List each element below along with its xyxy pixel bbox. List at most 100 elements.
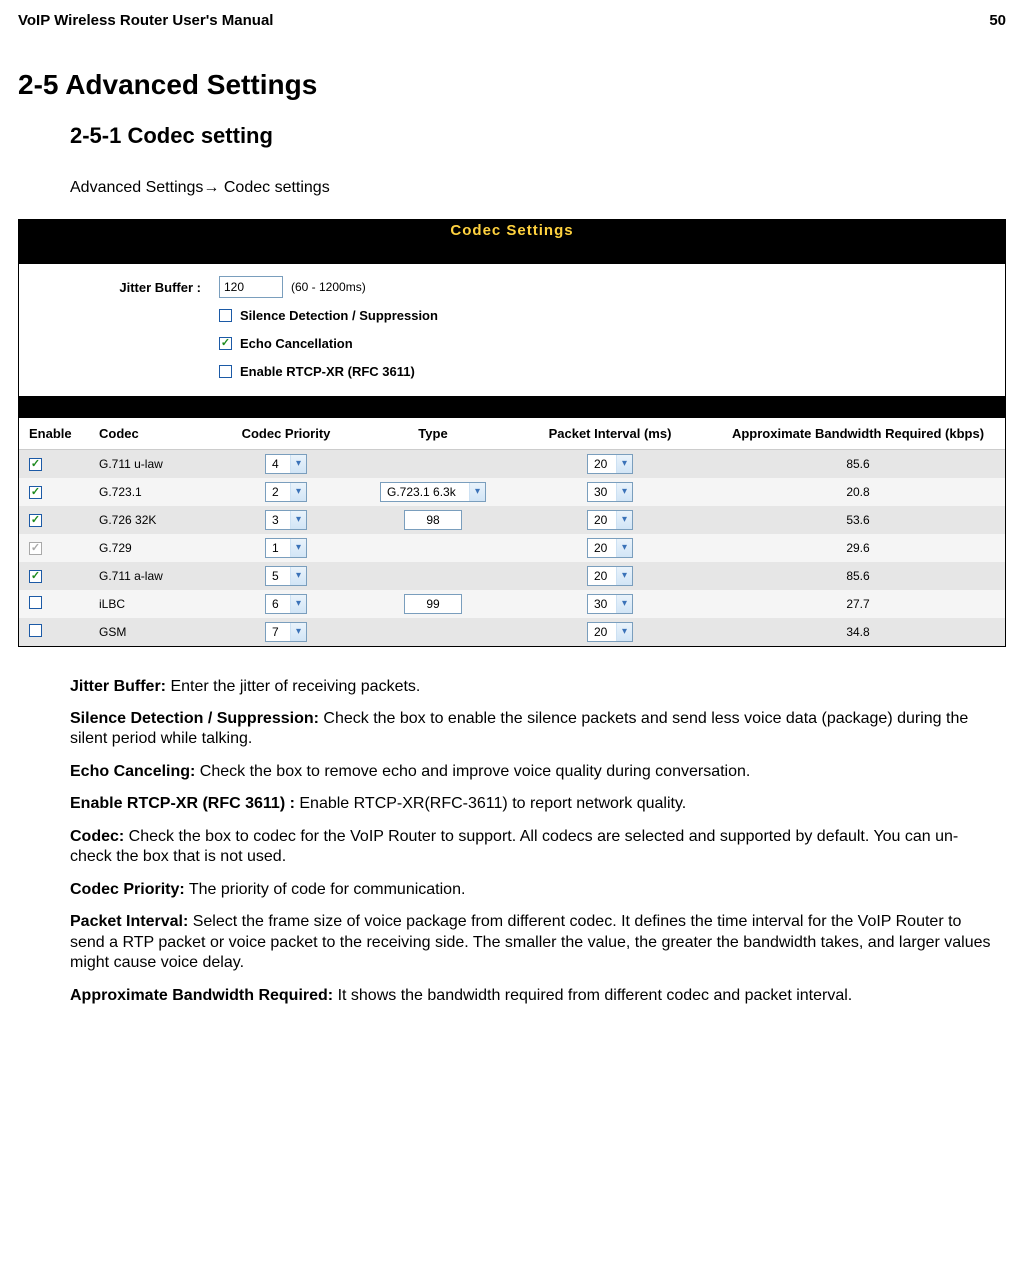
- col-bandwidth: Approximate Bandwidth Required (kbps): [711, 418, 1005, 450]
- chevron-down-icon: ▾: [469, 483, 485, 501]
- codec-settings-form: Jitter Buffer : (60 - 1200ms) Silence De…: [19, 264, 1005, 396]
- col-enable: Enable: [19, 418, 93, 450]
- codec-type-input[interactable]: [404, 510, 462, 530]
- codec-name: G.723.1: [93, 478, 215, 506]
- table-row: G.729 1▾ 20▾ 29.6: [19, 534, 1005, 562]
- desc-rtcp: Enable RTCP-XR (RFC 3611) : Enable RTCP-…: [70, 794, 996, 814]
- codec-priority-select[interactable]: 5▾: [265, 566, 307, 586]
- bandwidth-value: 27.7: [711, 590, 1005, 618]
- codec-name: G.729: [93, 534, 215, 562]
- desc-interval: Packet Interval: Select the frame size o…: [70, 912, 996, 973]
- codec-name: G.711 a-law: [93, 562, 215, 590]
- table-row: G.711 a-law 5▾ 20▾ 85.6: [19, 562, 1005, 590]
- desc-silence: Silence Detection / Suppression: Check t…: [70, 709, 996, 750]
- packet-interval-select[interactable]: 20▾: [587, 510, 633, 530]
- desc-bw: Approximate Bandwidth Required: It shows…: [70, 986, 996, 1006]
- chevron-down-icon: ▾: [616, 511, 632, 529]
- col-priority: Codec Priority: [215, 418, 357, 450]
- codec-name: G.726 32K: [93, 506, 215, 534]
- heading-subsection: 2-5-1 Codec setting: [70, 123, 1006, 149]
- desc-priority: Codec Priority: The priority of code for…: [70, 880, 996, 900]
- bandwidth-value: 85.6: [711, 450, 1005, 478]
- breadcrumb-part-a: Advanced Settings: [70, 179, 203, 196]
- chevron-down-icon: ▾: [290, 539, 306, 557]
- silence-detection-row: Silence Detection / Suppression: [31, 302, 993, 328]
- echo-cancellation-checkbox[interactable]: [219, 337, 232, 350]
- col-interval: Packet Interval (ms): [509, 418, 711, 450]
- codec-enable-checkbox[interactable]: [29, 596, 42, 609]
- jitter-buffer-label: Jitter Buffer :: [31, 280, 219, 295]
- chevron-down-icon: ▾: [616, 455, 632, 473]
- codec-priority-select[interactable]: 2▾: [265, 482, 307, 502]
- breadcrumb-part-b: Codec settings: [219, 179, 329, 196]
- codec-name: GSM: [93, 618, 215, 646]
- packet-interval-select[interactable]: 20▾: [587, 566, 633, 586]
- chevron-down-icon: ▾: [290, 455, 306, 473]
- codec-name: iLBC: [93, 590, 215, 618]
- chevron-down-icon: ▾: [616, 623, 632, 641]
- table-row: iLBC 6▾ 30▾ 27.7: [19, 590, 1005, 618]
- breadcrumb-arrow-icon: →: [203, 179, 219, 196]
- rtcp-xr-label: Enable RTCP-XR (RFC 3611): [240, 364, 415, 379]
- desc-jitter: Jitter Buffer: Enter the jitter of recei…: [70, 677, 996, 697]
- codec-priority-select[interactable]: 4▾: [265, 454, 307, 474]
- chevron-down-icon: ▾: [290, 623, 306, 641]
- bandwidth-value: 85.6: [711, 562, 1005, 590]
- desc-codec: Codec: Check the box to codec for the Vo…: [70, 827, 996, 868]
- table-row: GSM 7▾ 20▾ 34.8: [19, 618, 1005, 646]
- panel-subbar: [19, 242, 1005, 264]
- packet-interval-select[interactable]: 30▾: [587, 482, 633, 502]
- table-row: G.726 32K 3▾ 20▾ 53.6: [19, 506, 1005, 534]
- desc-echo: Echo Canceling: Check the box to remove …: [70, 762, 996, 782]
- codec-settings-panel: Codec Settings Jitter Buffer : (60 - 120…: [18, 219, 1006, 647]
- table-row: G.723.1 2▾ G.723.1 6.3k▾ 30▾ 20.8: [19, 478, 1005, 506]
- chevron-down-icon: ▾: [290, 595, 306, 613]
- codec-enable-checkbox[interactable]: [29, 458, 42, 471]
- col-codec: Codec: [93, 418, 215, 450]
- jitter-buffer-row: Jitter Buffer : (60 - 1200ms): [31, 274, 993, 300]
- codec-enable-checkbox[interactable]: [29, 570, 42, 583]
- table-row: G.711 u-law 4▾ 20▾ 85.6: [19, 450, 1005, 478]
- bandwidth-value: 29.6: [711, 534, 1005, 562]
- chevron-down-icon: ▾: [616, 539, 632, 557]
- chevron-down-icon: ▾: [616, 595, 632, 613]
- packet-interval-select[interactable]: 30▾: [587, 594, 633, 614]
- bandwidth-value: 20.8: [711, 478, 1005, 506]
- codec-type-select[interactable]: G.723.1 6.3k▾: [380, 482, 486, 502]
- chevron-down-icon: ▾: [290, 511, 306, 529]
- chevron-down-icon: ▾: [616, 567, 632, 585]
- bandwidth-value: 34.8: [711, 618, 1005, 646]
- silence-detection-checkbox[interactable]: [219, 309, 232, 322]
- codec-priority-select[interactable]: 3▾: [265, 510, 307, 530]
- codec-priority-select[interactable]: 1▾: [265, 538, 307, 558]
- descriptions: Jitter Buffer: Enter the jitter of recei…: [70, 677, 996, 1007]
- echo-cancellation-label: Echo Cancellation: [240, 336, 353, 351]
- packet-interval-select[interactable]: 20▾: [587, 622, 633, 642]
- codec-name: G.711 u-law: [93, 450, 215, 478]
- codec-priority-select[interactable]: 7▾: [265, 622, 307, 642]
- rtcp-xr-row: Enable RTCP-XR (RFC 3611): [31, 358, 993, 384]
- chevron-down-icon: ▾: [290, 567, 306, 585]
- doc-page-number: 50: [989, 12, 1006, 29]
- breadcrumb: Advanced Settings→ Codec settings: [70, 179, 1006, 197]
- doc-header-left: VoIP Wireless Router User's Manual: [18, 12, 273, 29]
- codec-enable-checkbox[interactable]: [29, 624, 42, 637]
- panel-title: Codec Settings: [19, 220, 1005, 242]
- panel-subbar-2: [19, 396, 1005, 418]
- jitter-buffer-input[interactable]: [219, 276, 283, 298]
- col-type: Type: [357, 418, 509, 450]
- heading-section: 2-5 Advanced Settings: [18, 69, 1006, 101]
- silence-detection-label: Silence Detection / Suppression: [240, 308, 438, 323]
- doc-header: VoIP Wireless Router User's Manual 50: [18, 12, 1006, 29]
- packet-interval-select[interactable]: 20▾: [587, 538, 633, 558]
- chevron-down-icon: ▾: [616, 483, 632, 501]
- codec-type-input[interactable]: [404, 594, 462, 614]
- rtcp-xr-checkbox[interactable]: [219, 365, 232, 378]
- codec-enable-checkbox[interactable]: [29, 514, 42, 527]
- codec-table-header-row: Enable Codec Codec Priority Type Packet …: [19, 418, 1005, 450]
- bandwidth-value: 53.6: [711, 506, 1005, 534]
- codec-priority-select[interactable]: 6▾: [265, 594, 307, 614]
- chevron-down-icon: ▾: [290, 483, 306, 501]
- packet-interval-select[interactable]: 20▾: [587, 454, 633, 474]
- codec-enable-checkbox[interactable]: [29, 486, 42, 499]
